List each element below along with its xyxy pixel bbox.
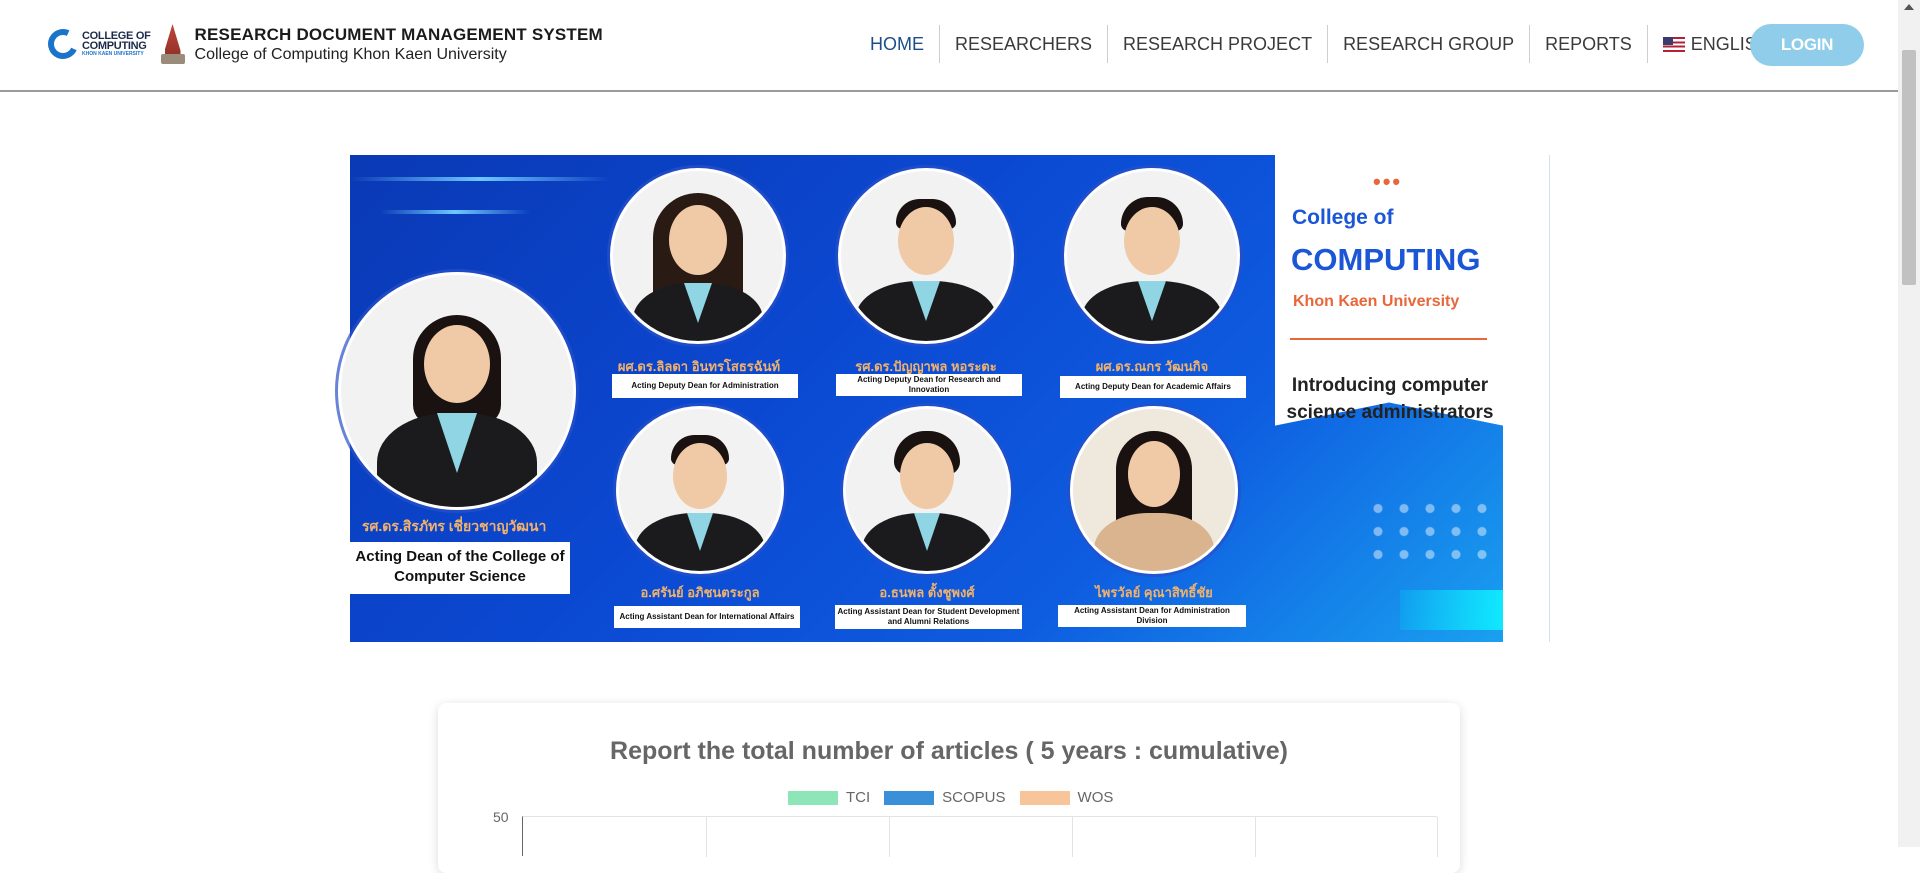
banner-tagline: Introducing computer science administrat… xyxy=(1286,375,1494,423)
gridline xyxy=(889,817,890,857)
legend-label: WOS xyxy=(1077,789,1114,806)
portrait-assistant-administration xyxy=(1070,406,1238,574)
legend-item-wos[interactable]: WOS xyxy=(1019,789,1114,806)
nav-research-project[interactable]: RESEARCH PROJECT xyxy=(1108,25,1329,63)
person-name: ไพรวัลย์ คุณาสิทธิ์ชัย xyxy=(1095,585,1213,600)
person-role: Acting Assistant Dean for Administration… xyxy=(1058,605,1246,627)
nav-research-group[interactable]: RESEARCH GROUP xyxy=(1328,25,1531,63)
kku-logo xyxy=(159,24,187,64)
person-role: Acting Assistant Dean for Student Develo… xyxy=(835,605,1022,629)
portrait-deputy-research xyxy=(838,168,1014,344)
banner-info-panel xyxy=(1275,155,1503,426)
banner-university: Khon Kaen University xyxy=(1293,293,1460,310)
person-name: ผศ.ดร.ณกร วัฒนกิจ xyxy=(1095,359,1209,374)
scroll-up-arrow-icon[interactable] xyxy=(1904,4,1914,10)
nav-home[interactable]: HOME xyxy=(855,25,940,63)
articles-report-card: Report the total number of articles ( 5 … xyxy=(438,703,1460,873)
person-name: อ.ศรันย์ อภิชนตระกูล xyxy=(640,585,760,600)
legend-swatch xyxy=(1019,790,1070,805)
person-name: อ.ธนพล ตั้งชูพงศ์ xyxy=(879,585,975,600)
cc-logo-mark xyxy=(43,24,83,64)
legend-item-tci[interactable]: TCI xyxy=(788,789,870,806)
portrait-deputy-academic xyxy=(1064,168,1240,344)
gridline xyxy=(1255,817,1256,857)
decorative-dots: ••• xyxy=(1373,169,1403,194)
decorative-cyan-bar xyxy=(1400,590,1503,630)
portrait-assistant-international xyxy=(616,406,784,574)
dean-name: รศ.ดร.สิรภัทร เชี่ยวชาญวัฒนา xyxy=(362,518,547,534)
portrait-assistant-student-development xyxy=(843,406,1011,574)
logo-line: KHON KAEN UNIVERSITY xyxy=(82,50,144,57)
legend-item-scopus[interactable]: SCOPUS xyxy=(884,789,1006,806)
scrollbar-thumb[interactable] xyxy=(1902,50,1916,285)
banner-divider xyxy=(1290,338,1487,340)
logo-line: COMPUTING xyxy=(82,39,147,52)
carousel-next-slide-edge xyxy=(1503,155,1550,642)
login-button[interactable]: LOGIN xyxy=(1750,24,1864,66)
banner-computing: COMPUTING xyxy=(1291,242,1481,277)
decorative-dot-grid xyxy=(1365,497,1495,567)
top-navbar: COLLEGE OF COMPUTING KHON KAEN UNIVERSIT… xyxy=(0,0,1898,92)
brand[interactable]: COLLEGE OF COMPUTING KHON KAEN UNIVERSIT… xyxy=(43,24,603,64)
nav-reports[interactable]: REPORTS xyxy=(1530,25,1648,63)
site-subtitle: College of Computing Khon Kaen Universit… xyxy=(194,45,507,63)
person-role: Acting Deputy Dean for Academic Affairs xyxy=(1060,376,1246,398)
chart-plot-area xyxy=(522,816,1438,857)
page-scrollbar[interactable] xyxy=(1898,0,1920,847)
legend-swatch xyxy=(788,790,838,805)
legend-label: SCOPUS xyxy=(942,789,1006,806)
gridline xyxy=(1072,817,1073,857)
person-role: Acting Deputy Dean for Research and Inno… xyxy=(836,374,1022,396)
y-axis-tick: 50 xyxy=(493,809,509,825)
chart-legend: TCI SCOPUS WOS xyxy=(788,789,1127,806)
dean-portrait xyxy=(338,272,576,510)
legend-label: TCI xyxy=(846,789,871,806)
banner-college-of: College of xyxy=(1292,206,1394,229)
site-title: RESEARCH DOCUMENT MANAGEMENT SYSTEM xyxy=(194,24,603,44)
gridline xyxy=(1437,817,1438,857)
legend-swatch xyxy=(884,790,935,805)
portrait-deputy-administration xyxy=(610,168,786,344)
us-flag-icon xyxy=(1662,36,1685,52)
college-of-computing-logo: COLLEGE OF COMPUTING KHON KAEN UNIVERSIT… xyxy=(43,24,151,64)
dean-role: Acting Dean of the College of Computer S… xyxy=(350,542,570,594)
person-role: Acting Assistant Dean for International … xyxy=(614,606,800,628)
gridline xyxy=(706,817,707,857)
person-role: Acting Deputy Dean for Administration xyxy=(612,374,798,398)
logo-line: COLLEGE OF xyxy=(82,29,151,42)
report-title: Report the total number of articles ( 5 … xyxy=(610,737,1288,765)
main-nav: HOME RESEARCHERS RESEARCH PROJECT RESEAR… xyxy=(855,24,1808,64)
nav-researchers[interactable]: RESEARCHERS xyxy=(940,25,1109,63)
